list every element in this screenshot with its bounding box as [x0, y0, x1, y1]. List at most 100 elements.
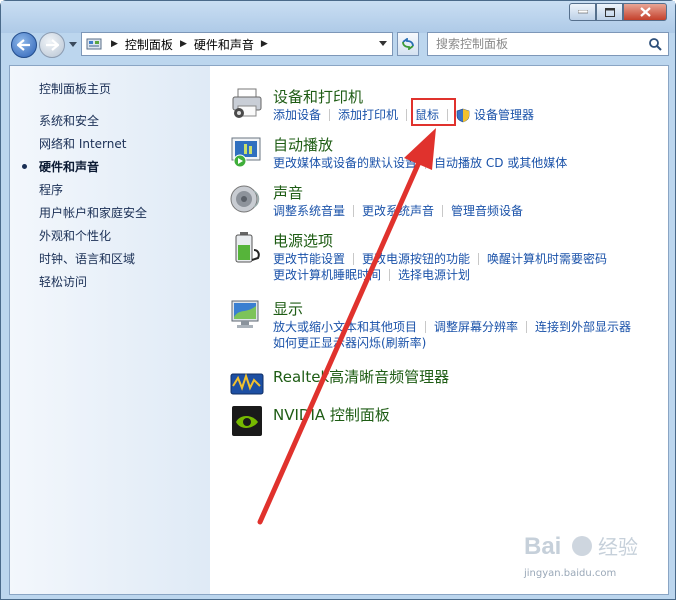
sidebar-item-user-accounts[interactable]: 用户帐户和家庭安全 — [39, 205, 147, 228]
main-panel: 设备和打印机 添加设备 添加打印机 鼠标 设备管理器 自动播放 更改媒体或设备的… — [210, 66, 668, 594]
category-title[interactable]: Realtek高清晰音频管理器 — [273, 366, 449, 387]
autoplay-icon[interactable] — [230, 134, 264, 168]
sidebar-item-label: 外观和个性化 — [39, 229, 112, 243]
sidebar: 控制面板主页 系统和安全 网络和 Internet 硬件和声音 程序 用户帐户和… — [10, 66, 210, 594]
maximize-icon — [604, 7, 615, 17]
sidebar-item-hardware-sound[interactable]: 硬件和声音 — [22, 159, 147, 182]
add-device-link[interactable]: 添加设备 — [273, 107, 321, 123]
breadcrumb-control-panel[interactable]: 控制面板 — [125, 36, 173, 53]
chevron-right-icon: ▶ — [111, 39, 118, 49]
link-divider — [329, 109, 331, 121]
link-divider — [389, 269, 391, 281]
arrow-left-icon — [17, 39, 30, 51]
baidu-watermark-logo: Bai 经验 — [524, 533, 638, 560]
change-power-button-link[interactable]: 更改电源按钮的功能 — [362, 251, 470, 267]
current-bullet-icon — [22, 164, 27, 169]
sidebar-home-link[interactable]: 控制面板主页 — [39, 80, 111, 97]
category-title[interactable]: 电源选项 — [273, 230, 333, 251]
close-icon — [639, 7, 651, 17]
battery-icon[interactable] — [230, 230, 264, 264]
nvidia-icon[interactable] — [230, 404, 264, 438]
svg-text:Bai: Bai — [524, 533, 561, 560]
speaker-icon[interactable] — [230, 182, 264, 216]
search-placeholder: 搜索控制面板 — [436, 37, 509, 51]
sidebar-item-label: 程序 — [39, 183, 64, 197]
search-icon[interactable] — [648, 37, 662, 51]
add-printer-link[interactable]: 添加打印机 — [338, 107, 398, 123]
sidebar-item-label: 网络和 Internet — [39, 137, 127, 151]
category-links: 放大或缩小文本和其他项目 调整屏幕分辨率 连接到外部显示器 如何更正显示器闪烁(… — [273, 319, 631, 351]
sidebar-item-ease-of-access[interactable]: 轻松访问 — [39, 274, 147, 297]
category-title[interactable]: 声音 — [273, 182, 303, 203]
manage-audio-devices-link[interactable]: 管理音频设备 — [451, 203, 523, 219]
svg-text:经验: 经验 — [598, 535, 638, 559]
minimize-icon — [577, 10, 588, 14]
category-title[interactable]: 显示 — [273, 298, 303, 319]
sidebar-list: 系统和安全 网络和 Internet 硬件和声音 程序 用户帐户和家庭安全 外观… — [22, 113, 147, 297]
sidebar-item-label: 用户帐户和家庭安全 — [39, 206, 148, 220]
content-pane: 控制面板主页 系统和安全 网络和 Internet 硬件和声音 程序 用户帐户和… — [9, 65, 669, 595]
navigation-bar: ▶ 控制面板 ▶ 硬件和声音 ▶ 搜索控制面板 — [1, 29, 675, 61]
arrow-right-icon — [46, 39, 59, 51]
choose-power-plan-link[interactable]: 选择电源计划 — [398, 267, 470, 283]
minimize-button[interactable] — [569, 3, 596, 21]
watermark-site: jingyan.baidu.com — [524, 568, 617, 579]
adjust-resolution-link[interactable]: 调整屏幕分辨率 — [434, 319, 518, 335]
forward-button[interactable] — [39, 32, 65, 58]
category-links: 更改节能设置 更改电源按钮的功能 唤醒计算机时需要密码 更改计算机睡眠时间 选择… — [273, 251, 607, 283]
link-divider — [353, 205, 355, 217]
link-divider — [425, 157, 427, 169]
refresh-button[interactable] — [397, 32, 419, 56]
category-title[interactable]: 自动播放 — [273, 134, 333, 155]
category-links: 添加设备 添加打印机 鼠标 设备管理器 — [273, 107, 534, 123]
recent-pages-dropdown[interactable] — [69, 42, 77, 47]
connect-external-display-link[interactable]: 连接到外部显示器 — [535, 319, 631, 335]
link-divider — [353, 253, 355, 265]
breadcrumb-hardware-sound[interactable]: 硬件和声音 — [194, 36, 254, 53]
sidebar-item-label: 硬件和声音 — [39, 160, 100, 174]
monitor-icon[interactable] — [230, 298, 264, 332]
back-button[interactable] — [11, 32, 37, 58]
link-divider — [442, 205, 444, 217]
category-title[interactable]: NVIDIA 控制面板 — [273, 404, 390, 425]
change-default-media-link[interactable]: 更改媒体或设备的默认设置 — [273, 155, 417, 171]
sidebar-item-clock-language[interactable]: 时钟、语言和区域 — [39, 251, 147, 274]
realtek-audio-icon[interactable] — [230, 366, 264, 400]
sidebar-item-system-security[interactable]: 系统和安全 — [39, 113, 147, 136]
sidebar-item-label: 系统和安全 — [39, 114, 100, 128]
change-sleep-time-link[interactable]: 更改计算机睡眠时间 — [273, 267, 381, 283]
require-password-wake-link[interactable]: 唤醒计算机时需要密码 — [487, 251, 607, 267]
window-controls — [569, 3, 667, 21]
close-button[interactable] — [623, 3, 667, 21]
category-links: 更改媒体或设备的默认设置 自动播放 CD 或其他媒体 — [273, 155, 567, 171]
address-bar[interactable]: ▶ 控制面板 ▶ 硬件和声音 ▶ — [81, 32, 393, 56]
link-divider — [425, 321, 427, 333]
sidebar-item-programs[interactable]: 程序 — [39, 182, 147, 205]
sidebar-item-label: 轻松访问 — [39, 275, 88, 289]
control-panel-icon — [86, 38, 102, 50]
adjust-volume-link[interactable]: 调整系统音量 — [273, 203, 345, 219]
link-divider — [406, 109, 408, 121]
link-divider — [478, 253, 480, 265]
address-dropdown[interactable] — [379, 41, 387, 46]
chevron-right-icon: ▶ — [260, 39, 268, 49]
fix-flicker-link[interactable]: 如何更正显示器闪烁(刷新率) — [273, 335, 426, 351]
search-input[interactable]: 搜索控制面板 — [427, 32, 669, 56]
autoplay-cd-link[interactable]: 自动播放 CD 或其他媒体 — [434, 155, 567, 171]
sidebar-item-appearance[interactable]: 外观和个性化 — [39, 228, 147, 251]
maximize-button[interactable] — [596, 3, 623, 21]
category-links: 调整系统音量 更改系统声音 管理音频设备 — [273, 203, 523, 219]
printer-icon[interactable] — [230, 86, 264, 120]
device-manager-link[interactable]: 设备管理器 — [474, 107, 534, 123]
link-divider — [526, 321, 528, 333]
control-panel-window: ▶ 控制面板 ▶ 硬件和声音 ▶ 搜索控制面板 控制面板主页 系统和安全 网络和… — [0, 0, 676, 600]
zoom-text-link[interactable]: 放大或缩小文本和其他项目 — [273, 319, 417, 335]
category-title[interactable]: 设备和打印机 — [273, 86, 363, 107]
shield-icon — [456, 108, 470, 122]
sidebar-item-label: 时钟、语言和区域 — [39, 252, 136, 266]
sidebar-item-network-internet[interactable]: 网络和 Internet — [39, 136, 147, 159]
refresh-icon — [402, 38, 414, 50]
chevron-right-icon: ▶ — [179, 39, 187, 49]
change-power-saving-link[interactable]: 更改节能设置 — [273, 251, 345, 267]
change-system-sounds-link[interactable]: 更改系统声音 — [362, 203, 434, 219]
